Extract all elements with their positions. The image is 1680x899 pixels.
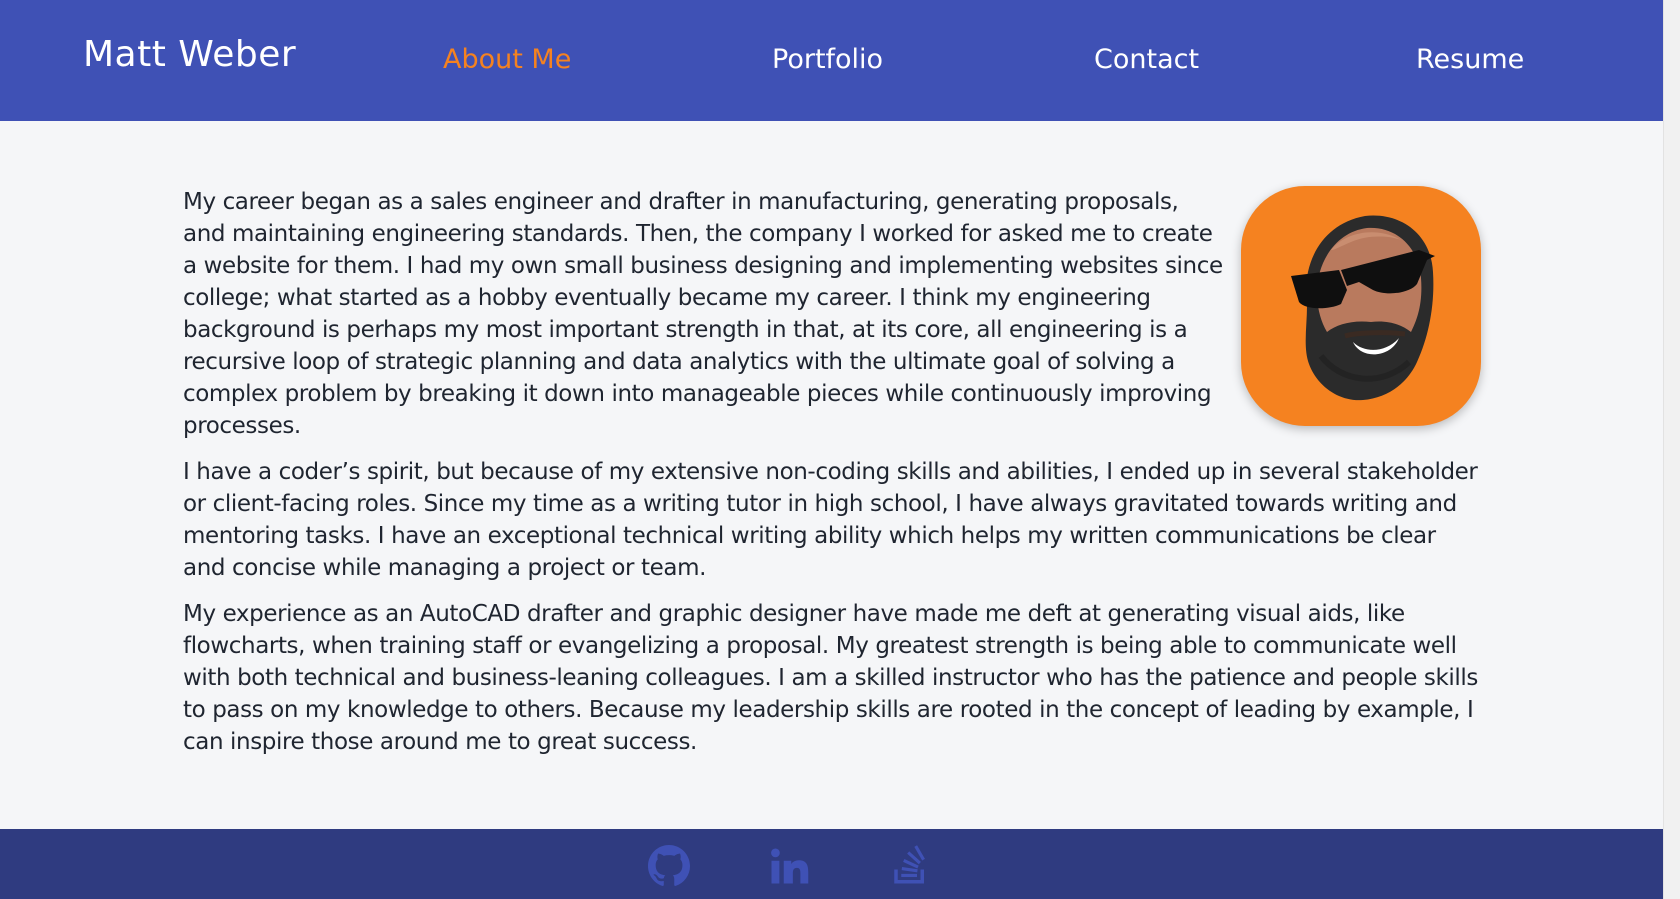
- linkedin-icon[interactable]: [768, 845, 810, 887]
- stack-overflow-icon[interactable]: [889, 845, 931, 887]
- profile-avatar: [1241, 186, 1481, 426]
- nav-link-about-me[interactable]: About Me: [443, 44, 571, 75]
- about-content: My career began as a sales engineer and …: [183, 186, 1481, 772]
- paragraph-experience: My experience as an AutoCAD drafter and …: [183, 601, 1478, 755]
- footer: [0, 829, 1663, 899]
- nav-link-portfolio[interactable]: Portfolio: [772, 44, 883, 75]
- nav-link-contact[interactable]: Contact: [1094, 44, 1199, 75]
- main-column: Matt Weber About Me Portfolio Contact Re…: [0, 0, 1663, 899]
- page: Matt Weber About Me Portfolio Contact Re…: [0, 0, 1680, 899]
- vertical-scrollbar[interactable]: [1663, 0, 1680, 899]
- paragraph-coder-spirit: I have a coder’s spirit, but because of …: [183, 459, 1478, 581]
- profile-face-illustration: [1291, 215, 1435, 401]
- brand-logo[interactable]: Matt Weber: [83, 34, 296, 75]
- nav-link-resume[interactable]: Resume: [1416, 44, 1524, 75]
- github-icon[interactable]: [648, 845, 690, 887]
- navbar: Matt Weber About Me Portfolio Contact Re…: [0, 0, 1663, 121]
